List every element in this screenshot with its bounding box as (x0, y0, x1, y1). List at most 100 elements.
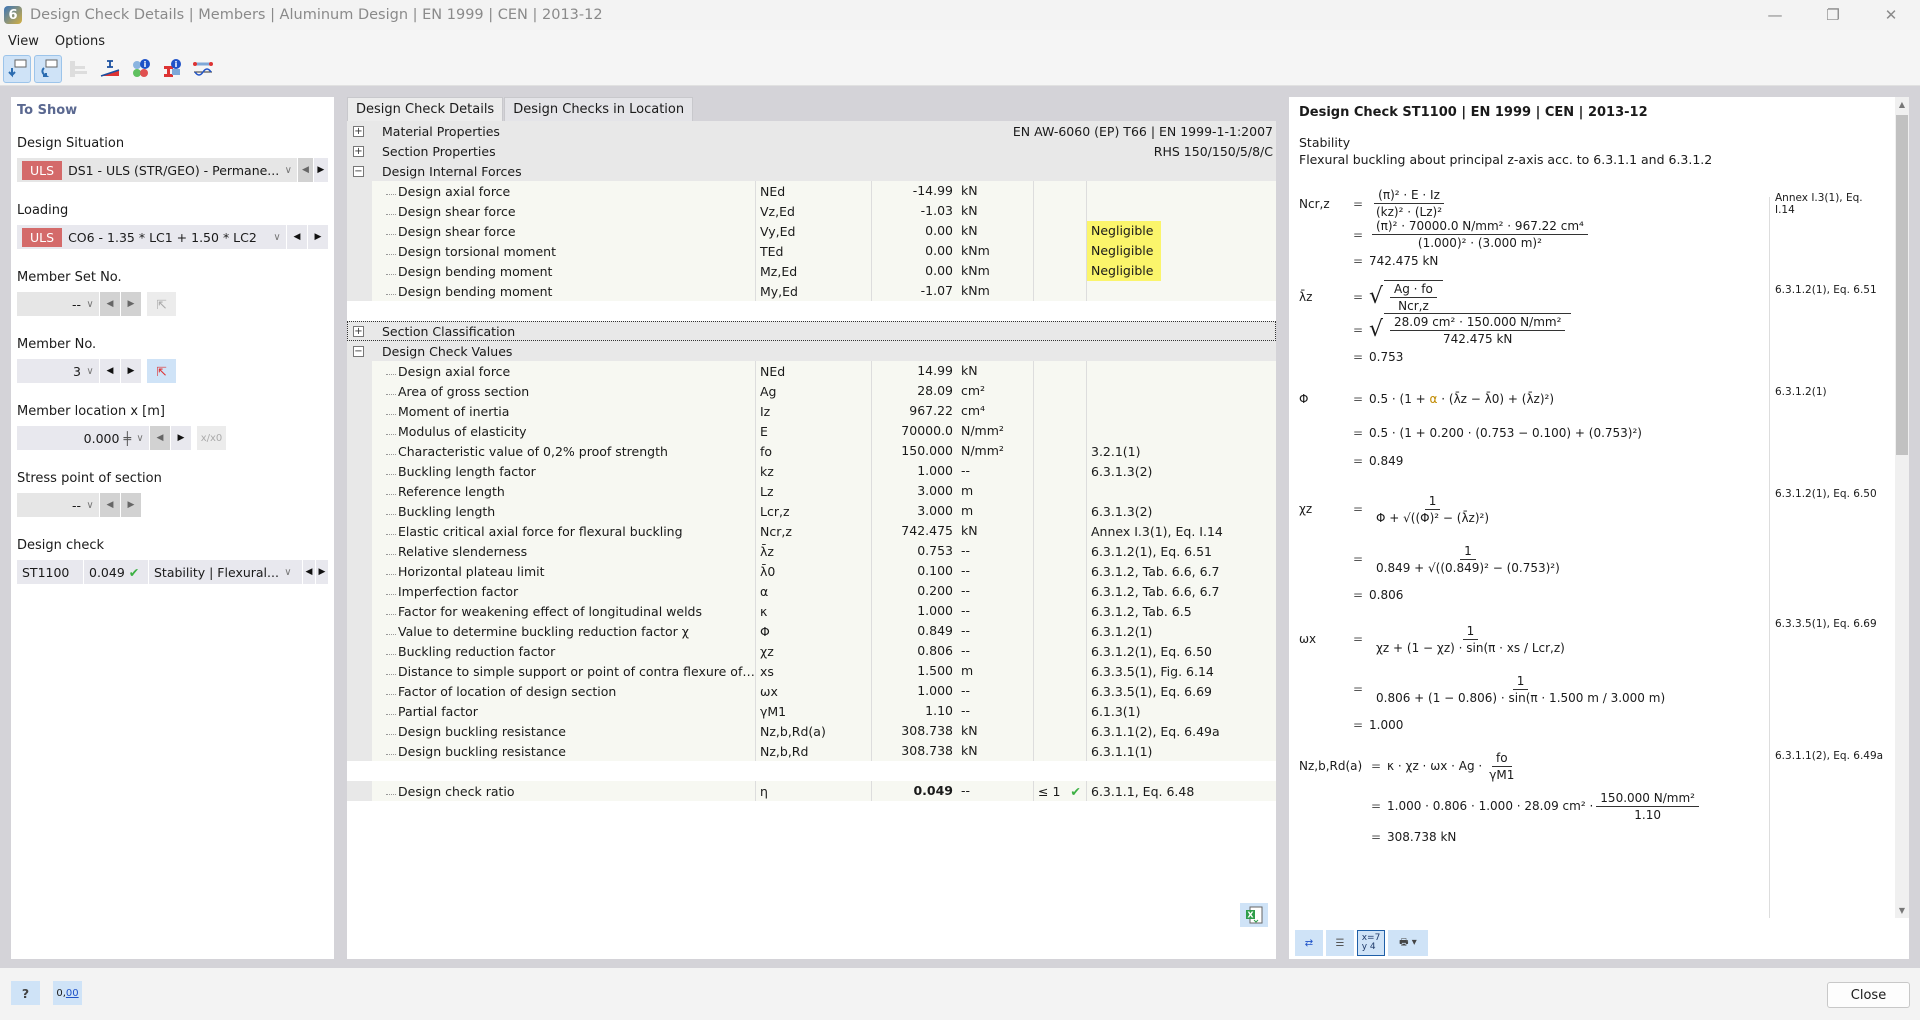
row-value: 0.200 (871, 581, 957, 601)
loading-value: CO6 - 1.35 * LC1 + 1.50 * LC2 (68, 229, 257, 245)
table-row[interactable]: Horizontal plateau limit λ̄0 0.100 -- 6.3.1.… (347, 561, 1276, 581)
table-row[interactable]: Buckling length factor kz 1.000 -- 6.3.1.3(2… (347, 461, 1276, 481)
list-button[interactable]: ☰ (1326, 930, 1354, 956)
table-row[interactable]: Value to determine buckling reduction fa… (347, 621, 1276, 641)
next-button[interactable]: ▶ (171, 426, 191, 450)
previous-button[interactable]: ◀ (287, 225, 307, 249)
table-row[interactable]: Design buckling resistance Nz,b,Rd 308.738… (347, 741, 1276, 761)
table-row[interactable]: Partial factor γM1 1.10 -- 6.1.3(1) (347, 701, 1276, 721)
close-window-button[interactable]: ✕ (1862, 0, 1920, 30)
next-button[interactable]: ▶ (315, 560, 328, 584)
expand-icon[interactable]: + (353, 325, 364, 337)
menu-options[interactable]: Options (47, 34, 113, 49)
table-row[interactable]: Buckling reduction factor χz 0.806 -- 6.3.1.… (347, 641, 1276, 661)
table-row[interactable]: Design shear force Vy,Ed 0.00 kN Negligible (347, 221, 1276, 241)
expand-icon[interactable]: + (353, 145, 364, 157)
section-material-properties[interactable]: + Material Properties EN AW-6060 (EP) T6… (347, 121, 1276, 141)
next-button[interactable]: ▶ (121, 292, 141, 316)
table-row[interactable]: Characteristic value of 0,2% proof stren… (347, 441, 1276, 461)
next-button[interactable]: ▶ (313, 158, 328, 182)
previous-button[interactable]: ◀ (100, 292, 120, 316)
sync-icon: ⇄ (1304, 937, 1314, 949)
collapse-icon[interactable]: − (353, 165, 364, 177)
design-situation-select[interactable]: ULS DS1 - ULS (STR/GEO) - Permane... ∨ (17, 158, 298, 182)
table-row[interactable]: Design axial force NEd -14.99 kN (347, 181, 1276, 201)
table-row[interactable]: Design buckling resistance Nz,b,Rd(a) 308.… (347, 721, 1276, 741)
section-button[interactable] (96, 55, 124, 83)
design-check-ratio-row[interactable]: Design check ratio η 0.049 -- ≤ 1 ✔ 6.3.1… (347, 781, 1276, 801)
row-limit (1034, 501, 1087, 521)
panel-title: To Show (17, 103, 78, 118)
decimal-places-button[interactable]: 0,00 (53, 981, 82, 1005)
minimize-button[interactable]: — (1746, 0, 1804, 30)
results-table-button[interactable] (65, 55, 93, 83)
collapse-icon[interactable]: − (353, 345, 364, 357)
scrollbar-thumb[interactable] (1896, 115, 1908, 455)
restore-button[interactable]: ❐ (1804, 0, 1862, 30)
table-row[interactable]: Area of gross section Ag 28.09 cm² (347, 381, 1276, 401)
next-button[interactable]: ▶ (121, 493, 141, 517)
design-check-select[interactable]: ST1100 0.049 ✔ Stability | Flexural... ∨ (17, 560, 302, 584)
previous-view-button[interactable] (3, 54, 31, 83)
previous-button[interactable]: ◀ (302, 560, 315, 584)
menu-view[interactable]: View (0, 34, 47, 49)
next-button[interactable]: ▶ (308, 225, 328, 249)
table-row[interactable]: Distance to simple support or point of c… (347, 661, 1276, 681)
section-section-classification[interactable]: + Section Classification (347, 321, 1276, 341)
table-row[interactable]: Design bending moment My,Ed -1.07 kNm (347, 281, 1276, 301)
row-unit: m (957, 481, 1034, 501)
export-excel-button[interactable]: X (1240, 903, 1268, 927)
table-row[interactable]: Design torsional moment TEd 0.00 kNm Negligi… (347, 241, 1276, 261)
row-value: 308.738 (871, 741, 957, 761)
next-view-button[interactable] (34, 54, 62, 83)
previous-button[interactable]: ◀ (100, 359, 120, 383)
row-symbol: NEd (755, 181, 871, 201)
location-select[interactable]: 0.000 ╪ ∨ (17, 426, 149, 450)
table-row[interactable]: Design axial force NEd 14.99 kN (347, 361, 1276, 381)
section-design-internal-forces[interactable]: − Design Internal Forces (347, 161, 1276, 181)
table-row[interactable]: Moment of inertia Iz 967.22 cm⁴ (347, 401, 1276, 421)
previous-button[interactable]: ◀ (150, 426, 170, 450)
pick-member-set-button[interactable]: ⇱ (147, 292, 176, 316)
table-row[interactable]: Modulus of elasticity E 70000.0 N/mm² (347, 421, 1276, 441)
member-diagram-button[interactable] (189, 55, 217, 83)
formula-button[interactable]: x=7 y 4 (1357, 930, 1385, 956)
table-row[interactable]: Design shear force Vz,Ed -1.03 kN (347, 201, 1276, 221)
relative-location-button[interactable]: x/x0 (197, 426, 226, 450)
row-value: 0.00 (871, 261, 957, 281)
row-symbol: Nz,b,Rd(a) (755, 721, 871, 741)
section-info-button[interactable]: i (158, 55, 186, 83)
loading-select[interactable]: ULS CO6 - 1.35 * LC1 + 1.50 * LC2 ∨ (17, 225, 286, 249)
tab-design-checks-in-location[interactable]: Design Checks in Location (504, 97, 694, 121)
table-row[interactable]: Design bending moment Mz,Ed 0.00 kNm Negligi… (347, 261, 1276, 281)
expand-icon[interactable]: + (353, 125, 364, 137)
sync-button[interactable]: ⇄ (1295, 930, 1323, 956)
section-section-properties[interactable]: + Section Properties RHS 150/150/5/8/C (347, 141, 1276, 161)
previous-button[interactable]: ◀ (298, 158, 313, 182)
pick-member-button[interactable]: ⇱ (147, 359, 176, 383)
table-row[interactable]: Elastic critical axial force for flexura… (347, 521, 1276, 541)
tab-design-check-details[interactable]: Design Check Details (347, 97, 504, 121)
close-button[interactable]: Close (1827, 982, 1910, 1008)
stress-point-select[interactable]: -- ∨ (17, 493, 99, 517)
table-row[interactable]: Reference length Lz 3.000 m (347, 481, 1276, 501)
row-unit: -- (957, 541, 1034, 561)
previous-button[interactable]: ◀ (100, 493, 120, 517)
help-button[interactable]: ? (11, 981, 40, 1005)
table-row[interactable]: Imperfection factor α 0.200 -- 6.3.1.2, Tab.… (347, 581, 1276, 601)
table-row[interactable]: Buckling length Lcr,z 3.000 m 6.3.1.3(2) (347, 501, 1276, 521)
material-info-button[interactable]: i (127, 55, 155, 83)
table-row[interactable]: Factor for weakening effect of longitudi… (347, 601, 1276, 621)
table-row[interactable]: Factor of location of design section ωx 1.… (347, 681, 1276, 701)
vertical-scrollbar[interactable]: ▲ ▼ (1895, 97, 1909, 918)
scroll-up-icon[interactable]: ▲ (1895, 100, 1909, 109)
member-select[interactable]: 3 ∨ (17, 359, 99, 383)
next-button[interactable]: ▶ (121, 359, 141, 383)
location-group: Member location x [m] 0.000 ╪ ∨ ◀ ▶ x/x0 (17, 404, 328, 450)
print-button[interactable]: 🖶 ▾ (1388, 930, 1428, 956)
table-row[interactable]: Relative slenderness λ̄z 0.753 -- 6.3.1.2(1)… (347, 541, 1276, 561)
reference-text: 6.3.1.2(1) (1091, 623, 1153, 639)
scroll-down-icon[interactable]: ▼ (1895, 906, 1909, 915)
member-set-select[interactable]: -- ∨ (17, 292, 99, 316)
section-design-check-values[interactable]: − Design Check Values (347, 341, 1276, 361)
